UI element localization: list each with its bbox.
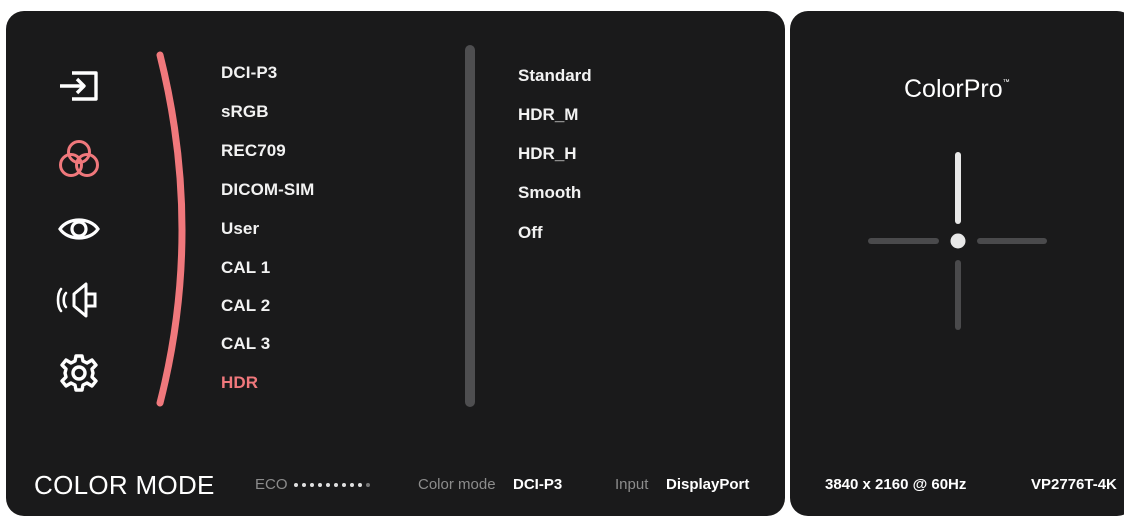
color-mode-label: Color mode — [418, 476, 496, 493]
eco-level-dot — [342, 483, 346, 487]
menu-item-dci-p3[interactable]: DCI-P3 — [221, 63, 277, 83]
model-name: VP2776T-4K — [1031, 476, 1117, 493]
submenu-item-standard[interactable]: Standard — [518, 66, 592, 86]
osd-info-panel: ColorPro™ 3840 x 2160 @ 60Hz VP2776T-4K — [790, 11, 1124, 516]
eco-level-dot — [310, 483, 314, 487]
colorpro-logo: ColorPro™ — [904, 75, 1010, 104]
color-adjust-icon[interactable] — [56, 139, 102, 179]
input-icon[interactable] — [56, 66, 102, 106]
menu-item-user[interactable]: User — [221, 219, 259, 239]
menu-item-cal-2[interactable]: CAL 2 — [221, 296, 270, 316]
column-divider — [465, 45, 475, 407]
menu-item-dicom-sim[interactable]: DICOM-SIM — [221, 180, 314, 200]
eco-level-dot — [358, 483, 362, 487]
input-label: Input — [615, 476, 649, 493]
eco-level-indicator — [294, 477, 370, 493]
eco-level-dot — [350, 483, 354, 487]
settings-icon[interactable] — [56, 353, 102, 393]
menu-item-srgb[interactable]: sRGB — [221, 102, 269, 122]
color-mode-value: DCI-P3 — [513, 476, 563, 493]
audio-icon[interactable] — [56, 280, 102, 320]
eco-level-dot — [334, 483, 338, 487]
menu-item-rec709[interactable]: REC709 — [221, 141, 286, 161]
eco-level-dot — [326, 483, 330, 487]
submenu-item-hdr-h[interactable]: HDR_H — [518, 144, 577, 164]
eco-level-dot — [294, 483, 298, 487]
submenu-item-off[interactable]: Off — [518, 223, 543, 243]
eco-label: ECO — [255, 476, 288, 493]
menu-item-hdr[interactable]: HDR — [221, 373, 258, 393]
brand-name: ColorPro — [904, 75, 1003, 103]
menu-item-cal-1[interactable]: CAL 1 — [221, 258, 270, 278]
view-mode-icon[interactable] — [56, 209, 102, 249]
trademark-mark: ™ — [1002, 79, 1010, 86]
submenu-item-hdr-m[interactable]: HDR_M — [518, 105, 578, 125]
eco-level-dot — [302, 483, 306, 487]
input-value: DisplayPort — [666, 476, 750, 493]
submenu-item-smooth[interactable]: Smooth — [518, 183, 581, 203]
menu-item-cal-3[interactable]: CAL 3 — [221, 334, 270, 354]
osd-main-panel: DCI-P3 sRGB REC709 DICOM-SIM User CAL 1 … — [6, 11, 785, 516]
eco-level-dot — [318, 483, 322, 487]
joystick-navigation-icon — [868, 152, 1047, 330]
menu-title: COLOR MODE — [34, 470, 215, 500]
resolution-readout: 3840 x 2160 @ 60Hz — [825, 476, 967, 493]
eco-level-dot — [366, 483, 370, 487]
selection-arc — [156, 51, 186, 407]
